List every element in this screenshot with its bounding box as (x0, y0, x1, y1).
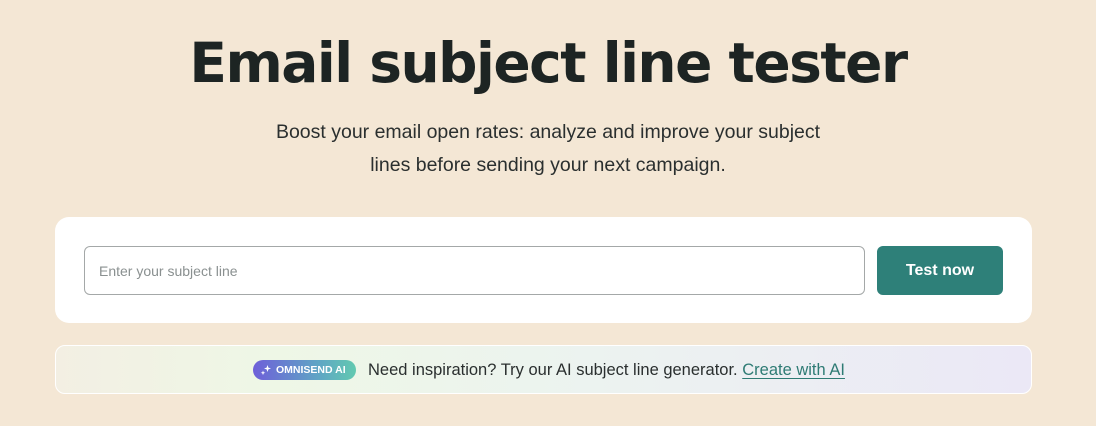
subtitle-line-2: lines before sending your next campaign. (370, 154, 726, 176)
test-now-button[interactable]: Test now (877, 246, 1003, 295)
page-title: Email subject line tester (189, 31, 908, 95)
ai-inspiration-banner: OMNISEND AI Need inspiration? Try our AI… (55, 345, 1032, 394)
banner-message: Need inspiration? Try our AI subject lin… (368, 359, 845, 381)
ai-badge-label: OMNISEND AI (276, 364, 346, 376)
create-with-ai-link[interactable]: Create with AI (742, 361, 845, 379)
omnisend-ai-badge: OMNISEND AI (253, 360, 356, 380)
sparkle-icon (260, 364, 272, 376)
subject-line-input[interactable] (84, 246, 865, 295)
banner-text: Need inspiration? Try our AI subject lin… (368, 361, 738, 379)
subject-tester-card: Test now (55, 217, 1032, 323)
subtitle-line-1: Boost your email open rates: analyze and… (275, 121, 821, 143)
page-subtitle: Boost your email open rates: analyze and… (268, 116, 828, 182)
